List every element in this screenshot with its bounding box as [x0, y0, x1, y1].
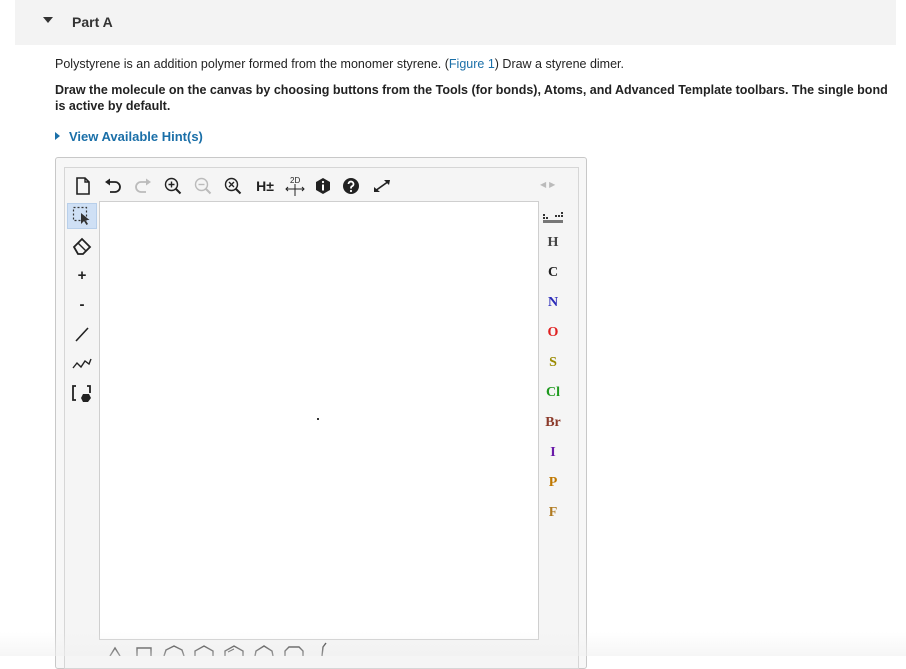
bracket-template-icon: [72, 385, 91, 402]
info-icon[interactable]: [312, 174, 334, 198]
eraser-tool-button[interactable]: [67, 233, 97, 259]
redo-icon[interactable]: [132, 174, 154, 198]
fullscreen-icon[interactable]: [370, 174, 394, 198]
help-icon[interactable]: [340, 174, 362, 198]
atom-s-button[interactable]: S: [538, 351, 568, 375]
question-text-before: Polystyrene is an addition polymer forme…: [55, 57, 449, 71]
benzene-template-icon[interactable]: [224, 645, 244, 656]
atom-c-label: C: [547, 265, 559, 280]
chain-icon: [72, 358, 92, 369]
select-tool-button[interactable]: [67, 203, 97, 229]
periodic-table-icon: [543, 212, 563, 223]
single-bond-icon: [75, 327, 89, 342]
top-scroll-arrows-icon[interactable]: ◀▶: [540, 180, 558, 189]
hydrogen-toggle-button[interactable]: H±: [252, 174, 278, 198]
part-header[interactable]: Part A: [15, 0, 896, 45]
question-text: Polystyrene is an addition polymer forme…: [55, 57, 895, 71]
atom-h-button[interactable]: H: [538, 231, 568, 255]
tools-toolbar: + -: [67, 201, 97, 421]
clear-zoom-icon[interactable]: [222, 174, 244, 198]
question-text-after: ) Draw a styrene dimer.: [494, 57, 624, 71]
atom-f-label: F: [548, 505, 558, 520]
template-tool-button[interactable]: [67, 381, 97, 407]
instructions-text: Draw the molecule on the canvas by choos…: [55, 83, 888, 113]
atom-o-button[interactable]: O: [538, 321, 568, 345]
clean-2d-label: 2D: [290, 176, 300, 185]
collapse-triangle-icon[interactable]: [43, 17, 53, 23]
undo-icon[interactable]: [102, 174, 124, 198]
part-title: Part A: [72, 14, 113, 30]
atom-br-button[interactable]: Br: [538, 411, 568, 435]
atom-p-button[interactable]: P: [538, 471, 568, 495]
atom-i-label: I: [550, 445, 556, 460]
atoms-toolbar: H C N O S Cl Br I P F: [538, 201, 568, 531]
drawing-canvas[interactable]: [99, 201, 539, 640]
pentagon-template-icon[interactable]: [163, 645, 185, 657]
view-hints-link[interactable]: View Available Hint(s): [55, 129, 203, 144]
atom-n-label: N: [547, 295, 559, 310]
heptagon-template-icon[interactable]: [254, 645, 274, 657]
expand-triangle-icon: [55, 132, 60, 140]
atom-p-label: P: [548, 475, 558, 490]
chain-tool-button[interactable]: [67, 349, 97, 375]
hexagon-template-icon[interactable]: [194, 645, 214, 656]
zoom-out-icon[interactable]: [192, 174, 214, 198]
template-toolbar: [100, 641, 340, 657]
atom-cl-button[interactable]: Cl: [538, 381, 568, 405]
single-bond-tool-button[interactable]: [67, 321, 97, 347]
atom-c-button[interactable]: C: [538, 261, 568, 285]
zoom-in-icon[interactable]: [162, 174, 184, 198]
eraser-icon: [72, 237, 92, 255]
view-hints-label: View Available Hint(s): [69, 129, 203, 144]
octagon-template-icon[interactable]: [284, 646, 304, 656]
triangle-template-icon[interactable]: [109, 646, 121, 657]
decrease-charge-button[interactable]: -: [67, 291, 97, 317]
increase-charge-button[interactable]: +: [67, 262, 97, 288]
chair-template-icon[interactable]: [321, 642, 327, 657]
periodic-table-button[interactable]: [538, 206, 568, 230]
atom-o-label: O: [547, 325, 559, 340]
atom-n-button[interactable]: N: [538, 291, 568, 315]
atom-cl-label: Cl: [546, 385, 560, 400]
top-toolbar: H± 2D: [72, 174, 402, 198]
atom-s-label: S: [549, 355, 557, 370]
selection-icon: [72, 206, 90, 225]
atom-h-label: H: [547, 235, 559, 250]
atom-br-label: Br: [545, 415, 561, 430]
atom-i-button[interactable]: I: [538, 441, 568, 465]
atom-f-button[interactable]: F: [538, 501, 568, 525]
clean-2d-button[interactable]: 2D: [282, 174, 308, 198]
canvas-dot: [317, 418, 319, 420]
figure-link[interactable]: Figure 1: [449, 57, 495, 71]
square-template-icon[interactable]: [136, 647, 152, 656]
new-document-icon[interactable]: [72, 174, 94, 198]
